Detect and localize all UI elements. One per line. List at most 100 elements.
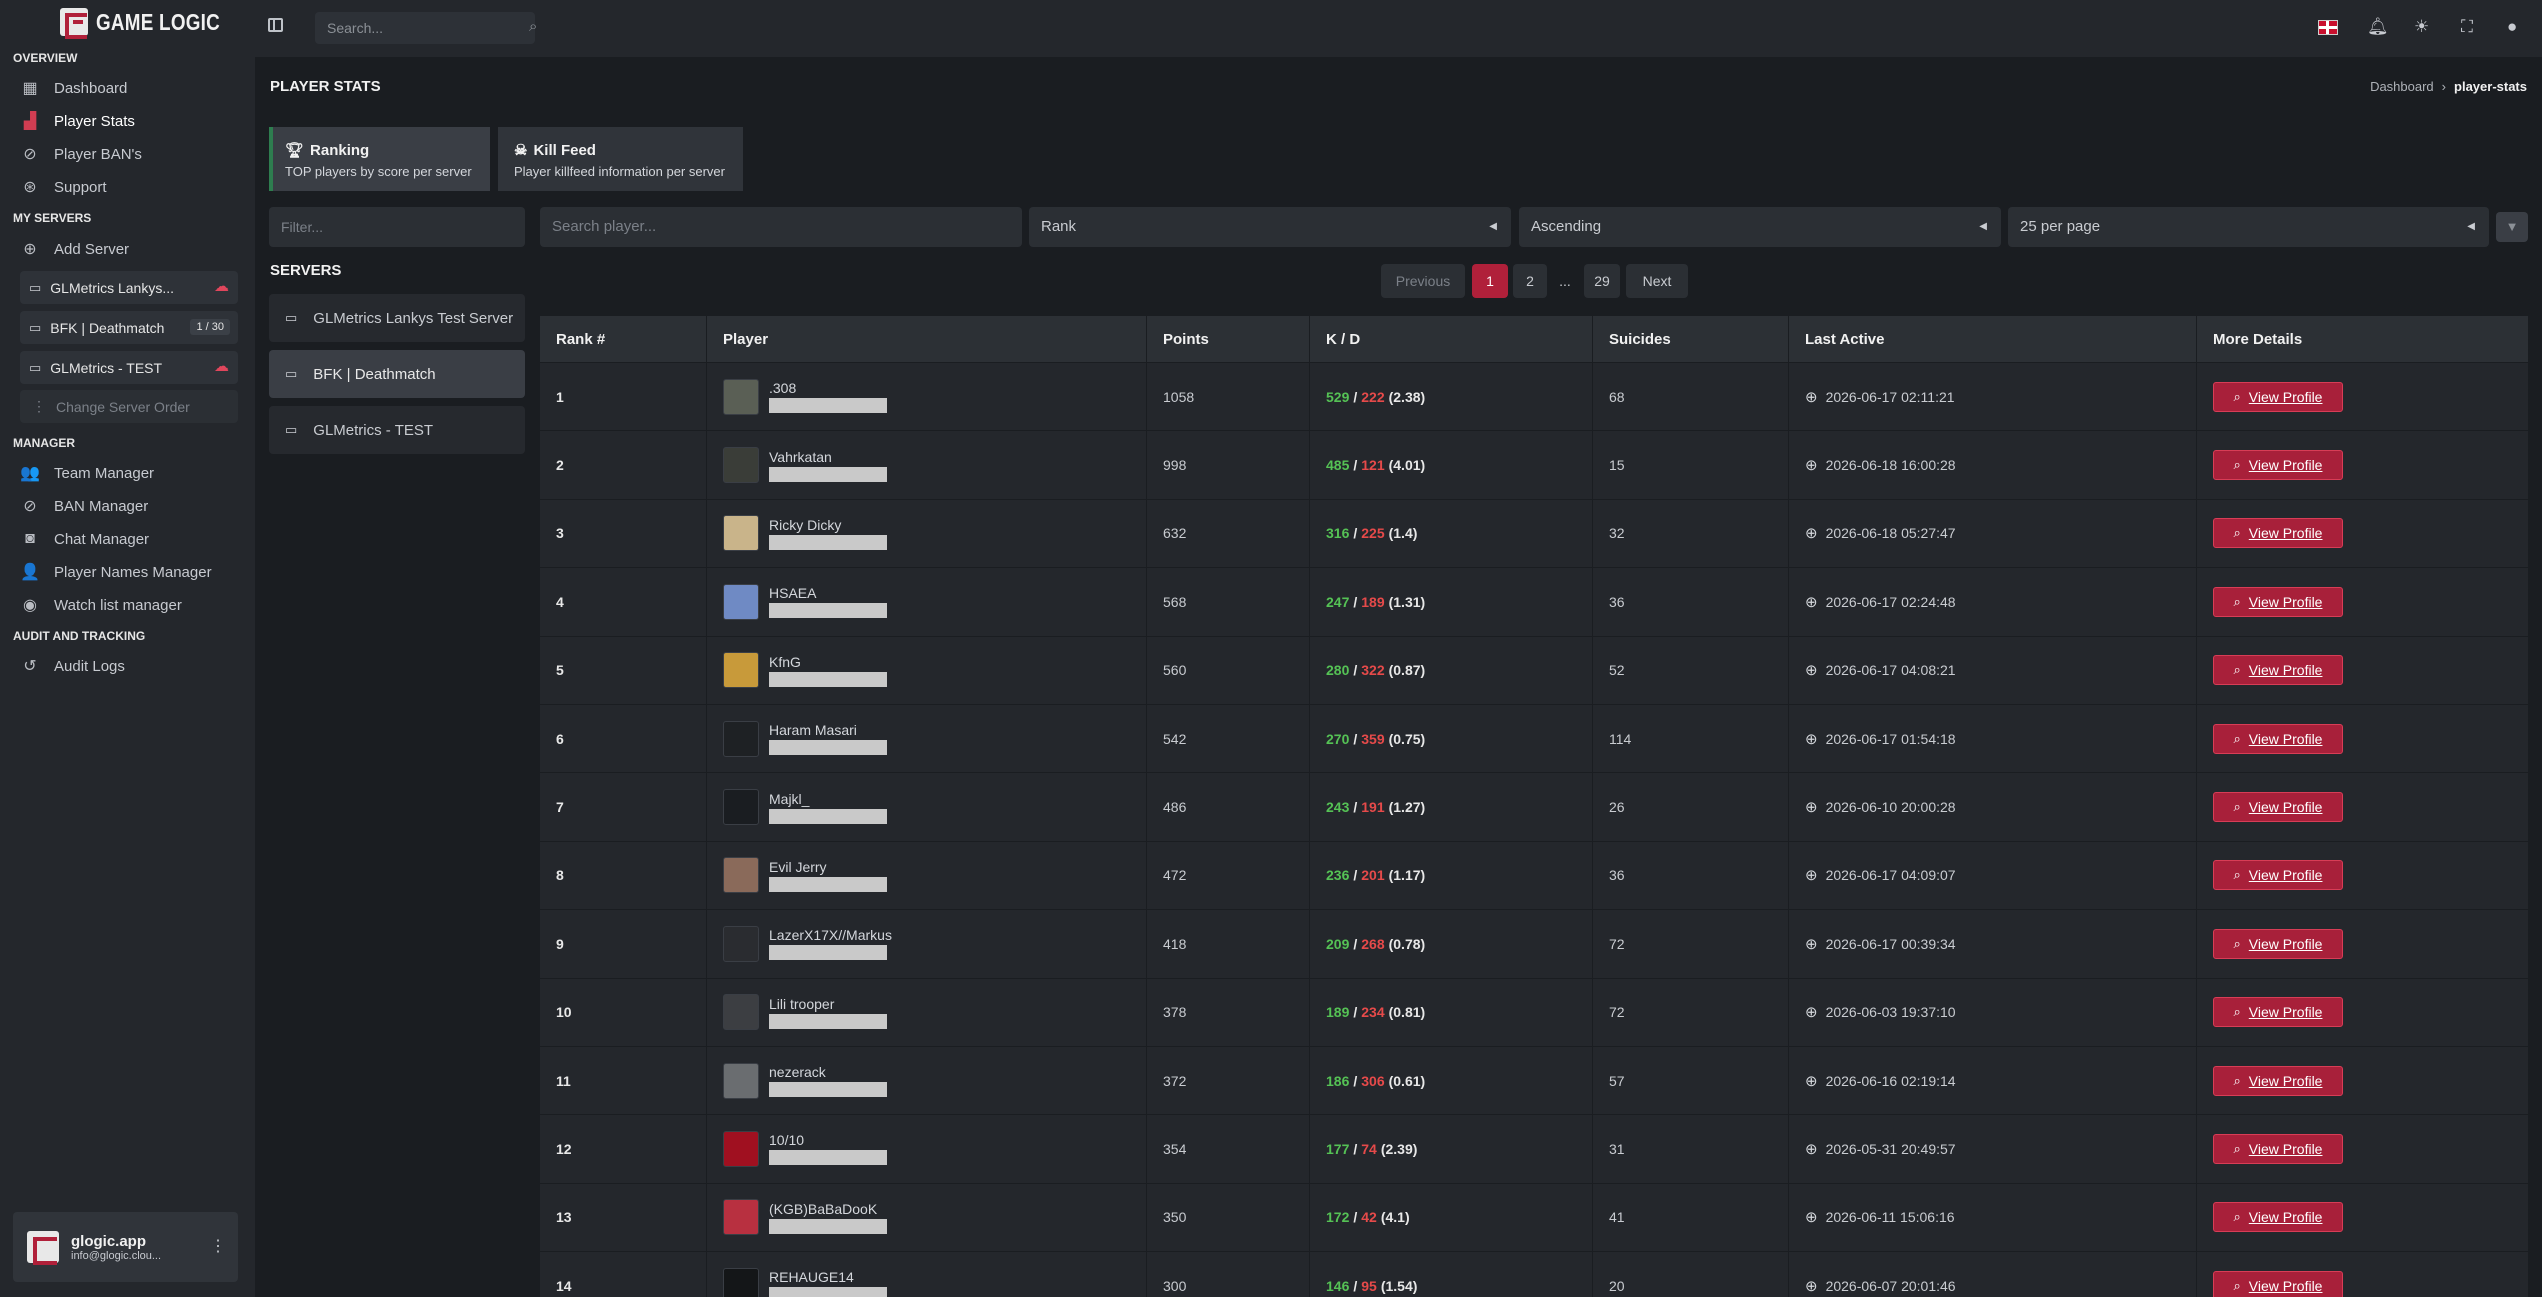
view-profile-button[interactable]: ⌕ View Profile: [2213, 518, 2343, 549]
suicides-cell: 68: [1593, 363, 1789, 431]
server-item-2[interactable]: ▭ BFK | Deathmatch: [269, 350, 525, 398]
change-server-order[interactable]: ⋮ Change Server Order: [20, 390, 238, 423]
kd-cell: 172/42 (4.1): [1310, 1183, 1593, 1252]
player-avatar: [723, 857, 759, 894]
nav-player-stats[interactable]: ▟ Player Stats: [0, 105, 255, 137]
header-rank[interactable]: Rank #: [540, 316, 707, 362]
view-profile-button[interactable]: ⌕ View Profile: [2213, 1065, 2343, 1096]
view-profile-button[interactable]: ⌕ View Profile: [2213, 450, 2343, 481]
player-cell: Ricky Dicky: [707, 499, 1147, 568]
last-active-value: 2026-06-17 04:09:07: [1825, 867, 1956, 884]
table-row: 2 Vahrkatan 998 485/121 (4.01) 15 ⊕ 2026-06-18 …: [540, 430, 2528, 499]
dashboard-icon: ▦: [22, 80, 38, 97]
deaths-value: 359: [1361, 730, 1385, 747]
suicides-cell: 15: [1593, 431, 1789, 499]
pagination-page-1[interactable]: 1: [1472, 264, 1508, 298]
player-cell: (KGB)BaBaDooK: [707, 1183, 1147, 1252]
view-profile-button[interactable]: ⌕ View Profile: [2213, 860, 2343, 891]
nav-player-bans[interactable]: ⊘ Player BAN's: [0, 138, 255, 170]
search-icon: ⌕: [2233, 388, 2241, 404]
last-active-cell: ⊕ 2026-05-31 20:49:57: [1789, 1115, 2197, 1183]
player-avatar: [723, 1267, 759, 1297]
header-last-active[interactable]: Last Active: [1789, 316, 2197, 362]
language-flag-icon[interactable]: [2318, 20, 2338, 35]
sidebar-server-1[interactable]: ▭ GLMetrics Lankys... ☁: [20, 271, 238, 304]
nav-chat-manager[interactable]: ◙ Chat Manager: [0, 523, 255, 555]
server-filter-input[interactable]: Filter...: [269, 207, 525, 247]
user-card[interactable]: glogic.app info@glogic.clou... ⋮: [13, 1212, 238, 1282]
view-profile-button[interactable]: ⌕ View Profile: [2213, 1133, 2343, 1164]
nav-add-server[interactable]: ⊕ Add Server: [0, 233, 255, 265]
filter-toggle-icon[interactable]: ▼: [2496, 212, 2528, 242]
search-icon[interactable]: ⌕: [529, 18, 537, 35]
rank-cell: 6: [540, 704, 707, 773]
kd-separator: /: [1353, 662, 1358, 679]
view-profile-button[interactable]: ⌕ View Profile: [2213, 997, 2343, 1028]
nav-ban-manager[interactable]: ⊘ BAN Manager: [0, 490, 255, 522]
header-suicides[interactable]: Suicides: [1593, 316, 1789, 362]
kd-ratio: (1.54): [1380, 1277, 1418, 1294]
kills-value: 177: [1326, 1140, 1350, 1157]
brand[interactable]: GAME LOGIC: [0, 0, 255, 44]
nav-player-names-manager[interactable]: 👤 Player Names Manager: [0, 556, 255, 588]
view-profile-button[interactable]: ⌕ View Profile: [2213, 1202, 2343, 1233]
sidebar-server-3[interactable]: ▭ GLMetrics - TEST ☁: [20, 351, 238, 384]
sidebar-server-2[interactable]: ▭ BFK | Deathmatch 1 / 30: [20, 311, 238, 344]
user-circle-icon[interactable]: ●: [2507, 17, 2517, 37]
player-name: LazerX17X//Markus: [769, 927, 892, 944]
view-profile-button[interactable]: ⌕ View Profile: [2213, 655, 2343, 686]
player-avatar: [723, 1130, 759, 1167]
pagination-previous[interactable]: Previous: [1381, 264, 1465, 298]
player-name: Haram Masari: [769, 722, 857, 739]
pagination-next[interactable]: Next: [1626, 264, 1688, 298]
bell-icon[interactable]: 🔔︎: [2367, 17, 2389, 37]
tab-kill-feed[interactable]: ☠ Kill Feed Player killfeed information p…: [498, 127, 743, 191]
deaths-value: 222: [1361, 388, 1385, 405]
view-profile-button[interactable]: ⌕ View Profile: [2213, 792, 2343, 823]
nav-support[interactable]: ⊛ Support: [0, 171, 255, 203]
suicides-cell: 41: [1593, 1183, 1789, 1252]
kd-cell: 247/189 (1.31): [1310, 568, 1593, 636]
more-vertical-icon[interactable]: ⋮: [210, 1236, 226, 1256]
chevron-right-icon: ›: [2441, 79, 2447, 94]
nav-dashboard[interactable]: ▦ Dashboard: [0, 72, 255, 104]
nav-watch-list-manager[interactable]: ◉ Watch list manager: [0, 589, 255, 621]
sort-by-select[interactable]: Rank ◀: [1029, 207, 1511, 247]
chat-icon: ◙: [25, 530, 35, 547]
last-active-cell: ⊕ 2026-06-17 00:39:34: [1789, 910, 2197, 978]
per-page-select[interactable]: 25 per page ◀: [2008, 207, 2489, 247]
breadcrumb-root[interactable]: Dashboard: [2370, 79, 2434, 94]
view-profile-button[interactable]: ⌕ View Profile: [2213, 928, 2343, 959]
header-player[interactable]: Player: [707, 316, 1147, 362]
order-select[interactable]: Ascending ◀: [1519, 207, 2001, 247]
pagination-page-2[interactable]: 2: [1513, 264, 1547, 298]
sidebar-toggle-icon[interactable]: [268, 18, 283, 32]
view-profile-button[interactable]: ⌕ View Profile: [2213, 1270, 2343, 1297]
tab-ranking[interactable]: 🏆︎ Ranking TOP players by score per serve…: [269, 127, 490, 191]
view-profile-button[interactable]: ⌕ View Profile: [2213, 586, 2343, 617]
sidebar: GAME LOGIC OVERVIEW ▦ Dashboard ▟ Player S…: [0, 0, 255, 1297]
deaths-value: 234: [1361, 1004, 1385, 1021]
nav-audit-logs[interactable]: ↺ Audit Logs: [0, 650, 255, 682]
kd-cell: 529/222 (2.38): [1310, 363, 1593, 431]
pagination-page-29[interactable]: 29: [1584, 264, 1620, 298]
fullscreen-icon[interactable]: ⛶: [2461, 17, 2473, 37]
kills-value: 172: [1326, 1209, 1350, 1226]
server-item-3[interactable]: ▭ GLMetrics - TEST: [269, 406, 525, 454]
view-profile-button[interactable]: ⌕ View Profile: [2213, 723, 2343, 754]
view-profile-button[interactable]: ⌕ View Profile: [2213, 381, 2343, 412]
nav-team-manager[interactable]: 👥 Team Manager: [0, 457, 255, 489]
header-kd[interactable]: K / D: [1310, 316, 1593, 362]
suicides-cell: 57: [1593, 1046, 1789, 1115]
server-item-1[interactable]: ▭ GLMetrics Lankys Test Server: [269, 294, 525, 342]
users-icon: 👥: [20, 465, 40, 482]
header-points[interactable]: Points: [1147, 316, 1310, 362]
kd-ratio: (0.61): [1388, 1072, 1426, 1089]
rank-cell: 1: [540, 363, 707, 431]
theme-sun-icon[interactable]: ☀: [2414, 17, 2429, 37]
kd-separator: /: [1353, 867, 1358, 884]
nav-label: Chat Manager: [54, 530, 150, 548]
search-input[interactable]: Search...: [315, 12, 535, 44]
redacted-bar: [769, 671, 887, 687]
player-search-input[interactable]: Search player...: [540, 207, 1022, 247]
